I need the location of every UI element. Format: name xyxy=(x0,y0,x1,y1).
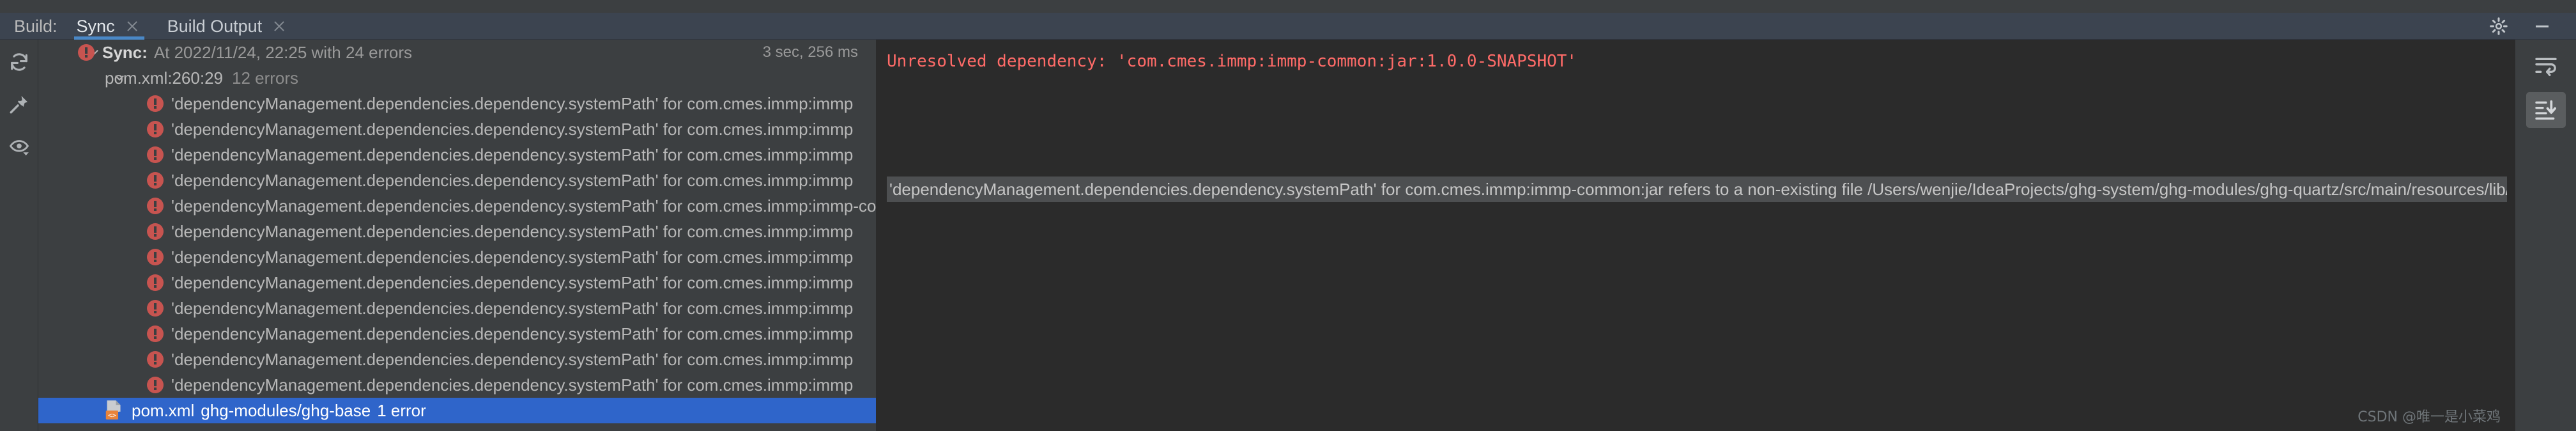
left-toolbar xyxy=(0,40,38,431)
svg-text:<>: <> xyxy=(108,412,116,419)
error-row-text: 'dependencyManagement.dependencies.depen… xyxy=(171,247,854,267)
sync-row-duration: 3 sec, 256 ms xyxy=(762,43,858,61)
error-icon xyxy=(147,300,164,317)
error-icon xyxy=(147,223,164,240)
build-tool-window: Build: Sync Build Output Sync: At 2022/1… xyxy=(0,0,2576,431)
tree-row-error[interactable]: 'dependencyManagement.dependencies.depen… xyxy=(38,372,876,398)
tree-row-sync-root[interactable]: Sync: At 2022/11/24, 22:25 with 24 error… xyxy=(38,40,876,65)
build-tabbar: Build: Sync Build Output xyxy=(0,13,2576,40)
tab-build-output-close-icon[interactable] xyxy=(272,19,286,33)
build-label: Build: xyxy=(14,16,57,36)
tab-sync[interactable]: Sync xyxy=(57,13,148,40)
tab-build-output-label: Build Output xyxy=(167,16,263,36)
tree-row-error[interactable]: 'dependencyManagement.dependencies.depen… xyxy=(38,168,876,193)
error-icon xyxy=(147,325,164,342)
build-tree-panel[interactable]: Sync: At 2022/11/24, 22:25 with 24 error… xyxy=(38,40,877,431)
tabbar-right-group xyxy=(2488,15,2576,37)
scroll-to-end-icon[interactable] xyxy=(2526,92,2566,128)
selected-row-module: ghg-modules/ghg-base xyxy=(201,400,371,420)
tab-sync-active-underline xyxy=(73,36,144,40)
error-row-text: 'dependencyManagement.dependencies.depen… xyxy=(171,324,854,343)
eye-filter-icon[interactable] xyxy=(7,134,31,159)
error-row-text: 'dependencyManagement.dependencies.depen… xyxy=(171,298,854,318)
error-row-text: 'dependencyManagement.dependencies.depen… xyxy=(171,93,854,113)
pin-icon[interactable] xyxy=(7,92,31,116)
console-error-line: Unresolved dependency: 'com.cmes.immp:im… xyxy=(887,52,1577,71)
error-row-text: 'dependencyManagement.dependencies.depen… xyxy=(171,119,854,139)
watermark: CSDN @唯一是小菜鸡 xyxy=(2358,409,2501,425)
tab-build-output[interactable]: Build Output xyxy=(148,13,296,40)
error-icon xyxy=(78,44,95,61)
error-row-text: 'dependencyManagement.dependencies.depen… xyxy=(171,375,854,395)
xml-file-icon: <> xyxy=(105,400,123,421)
console-spacer xyxy=(887,74,2515,176)
tree-row-error[interactable]: 'dependencyManagement.dependencies.depen… xyxy=(38,142,876,168)
error-row-text: 'dependencyManagement.dependencies.depen… xyxy=(171,272,854,292)
error-row-text: 'dependencyManagement.dependencies.depen… xyxy=(171,145,854,164)
soft-wrap-icon[interactable] xyxy=(2526,49,2566,84)
build-tree: Sync: At 2022/11/24, 22:25 with 24 error… xyxy=(38,40,876,423)
selected-row-file: pom.xml xyxy=(132,400,195,420)
tree-row-error[interactable]: 'dependencyManagement.dependencies.depen… xyxy=(38,244,876,270)
build-console-panel[interactable]: Unresolved dependency: 'com.cmes.immp:im… xyxy=(877,40,2515,431)
error-row-text: 'dependencyManagement.dependencies.depen… xyxy=(171,170,854,190)
sync-row-title: Sync: xyxy=(102,42,148,62)
error-row-text: 'dependencyManagement.dependencies.depen… xyxy=(171,349,854,369)
error-icon xyxy=(147,274,164,291)
tree-row-error[interactable]: 'dependencyManagement.dependencies.depen… xyxy=(38,193,876,219)
console-scrollbar[interactable] xyxy=(2507,40,2515,431)
tree-row-error[interactable]: 'dependencyManagement.dependencies.depen… xyxy=(38,91,876,116)
tree-row-selected-pom-ghg-base[interactable]: <> pom.xml ghg-modules/ghg-base 1 error xyxy=(38,398,876,423)
error-icon xyxy=(147,198,164,214)
sync-row-text: At 2022/11/24, 22:25 with 24 errors xyxy=(153,42,413,62)
console-detail-line: 'dependencyManagement.dependencies.depen… xyxy=(887,176,2515,202)
error-icon xyxy=(147,95,164,112)
selected-row-count: 1 error xyxy=(377,400,426,420)
error-row-text: 'dependencyManagement.dependencies.depen… xyxy=(171,221,854,241)
minimize-icon[interactable] xyxy=(2531,15,2553,37)
tree-row-error[interactable]: 'dependencyManagement.dependencies.depen… xyxy=(38,219,876,244)
gear-icon[interactable] xyxy=(2488,15,2510,37)
error-icon xyxy=(147,377,164,393)
error-icon xyxy=(147,146,164,163)
build-body: Sync: At 2022/11/24, 22:25 with 24 error… xyxy=(0,40,2576,431)
error-icon xyxy=(147,249,164,265)
error-icon xyxy=(147,172,164,189)
tree-row-error[interactable]: 'dependencyManagement.dependencies.depen… xyxy=(38,347,876,372)
tree-row-pom-group[interactable]: pom.xml:260:29 12 errors xyxy=(38,65,876,91)
tree-row-error[interactable]: 'dependencyManagement.dependencies.depen… xyxy=(38,295,876,321)
tab-sync-label: Sync xyxy=(76,16,115,36)
right-toolbar xyxy=(2515,40,2576,431)
tabbar-left-group: Build: Sync Build Output xyxy=(0,13,295,40)
tree-row-error[interactable]: 'dependencyManagement.dependencies.depen… xyxy=(38,116,876,142)
tab-sync-close-icon[interactable] xyxy=(125,19,139,33)
chevron-down-icon[interactable] xyxy=(111,70,128,86)
refresh-icon[interactable] xyxy=(7,50,31,74)
error-row-text: 'dependencyManagement.dependencies.depen… xyxy=(171,196,876,216)
tree-row-error[interactable]: 'dependencyManagement.dependencies.depen… xyxy=(38,270,876,295)
error-icon xyxy=(147,351,164,368)
top-strip xyxy=(0,0,2576,13)
pom-group-count: 12 errors xyxy=(231,68,299,88)
error-icon xyxy=(147,121,164,137)
tree-row-error[interactable]: 'dependencyManagement.dependencies.depen… xyxy=(38,321,876,347)
